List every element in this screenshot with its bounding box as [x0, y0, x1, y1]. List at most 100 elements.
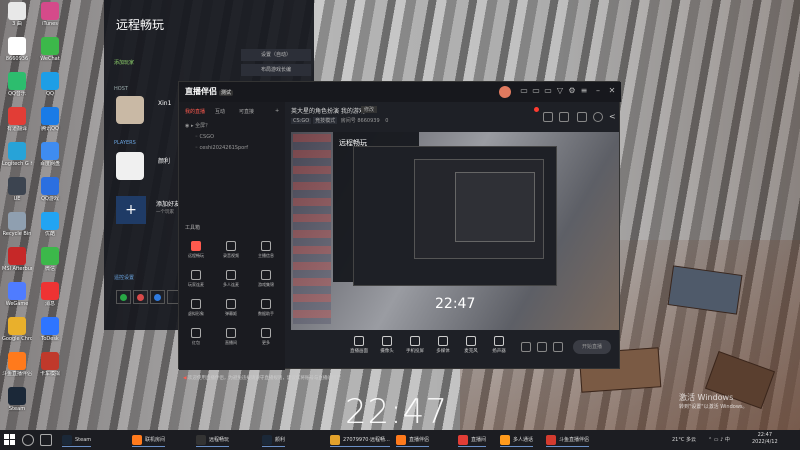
control-label: 手机投屏 — [406, 349, 424, 354]
tab-direct[interactable]: 可直接 — [239, 108, 254, 115]
desktop-icon[interactable]: WeGame — [2, 282, 32, 307]
gift-icon[interactable]: ▭ — [519, 86, 529, 96]
tray-icons[interactable]: ⌃ ▭ ♪ 中 — [708, 436, 730, 443]
video-icon[interactable]: ▭ — [543, 86, 553, 96]
desktop-icon[interactable]: QQ音乐 — [2, 72, 32, 97]
search-icon[interactable] — [22, 434, 34, 446]
mode-chip[interactable]: 竞技模式 — [313, 117, 338, 124]
settings-button[interactable]: 设置（自动） — [241, 49, 311, 61]
tab-interact[interactable]: 互动 — [215, 108, 225, 115]
desktop-icon[interactable]: QQ — [35, 72, 65, 97]
task-view-icon[interactable] — [40, 434, 52, 446]
taskbar-item[interactable]: 直播伴侣 — [396, 433, 430, 447]
taskbar-item[interactable]: 颜利 — [262, 433, 286, 447]
edit-room-button[interactable]: 修改 — [361, 106, 378, 113]
desktop-icon[interactable]: iTunes — [35, 2, 65, 27]
bell-icon[interactable] — [593, 112, 603, 122]
minimize-icon[interactable]: – — [593, 86, 603, 96]
desktop-icon[interactable]: Logitech G HUB — [2, 142, 32, 167]
weather[interactable]: 21°C 多云 — [672, 436, 696, 443]
control-button[interactable]: 扬声器 — [487, 336, 511, 354]
control-button[interactable]: 多媒体 — [431, 336, 455, 354]
control-button[interactable]: 麦克风 — [459, 336, 483, 354]
desktop-icon[interactable]: 腾讯QQ — [35, 107, 65, 132]
tool-item[interactable]: 游戏集锦 — [249, 269, 283, 295]
app-icon — [41, 72, 59, 90]
taskbar-item[interactable]: 多人通话 — [500, 433, 534, 447]
slot-1[interactable] — [116, 290, 131, 304]
desktop-icon[interactable]: 8660936 — [2, 37, 32, 62]
app-icon — [41, 317, 59, 335]
add-player-label[interactable]: 添加玩家 — [114, 59, 134, 66]
control-button[interactable]: 摄像头 — [375, 336, 399, 354]
taskbar-item[interactable]: 联机房间 — [132, 433, 166, 447]
desktop-icon[interactable]: Google Chrome — [2, 317, 32, 342]
tool-item[interactable]: 数据助手 — [249, 298, 283, 324]
tool-item[interactable]: 玩家连麦 — [179, 269, 213, 295]
tab-my-live[interactable]: 我的直播 — [185, 108, 205, 115]
desktop-icon[interactable]: QQ游戏 — [35, 177, 65, 202]
start-live-button[interactable]: 开始直播 — [573, 340, 611, 354]
eye-icon[interactable] — [537, 342, 547, 352]
source-item[interactable]: ◦ ceshi2024261Sporf — [185, 145, 248, 151]
layout-button[interactable]: 布局游戏长编 — [241, 64, 311, 76]
dm-icon[interactable] — [559, 112, 569, 122]
start-button[interactable] — [4, 434, 16, 446]
tool-item[interactable]: 直播间 — [214, 327, 248, 353]
taskbar-item[interactable]: 斗鱼直播伴侣 — [546, 433, 590, 447]
desktop-icon[interactable]: UE — [2, 177, 32, 202]
menu-icon[interactable]: ≡ — [579, 86, 589, 96]
desktop-icon-label: QQ — [46, 91, 54, 97]
tray-clock[interactable]: 22:47 2022/4/12 — [752, 432, 778, 446]
stream-preview[interactable]: 远程畅玩 22:47 — [291, 132, 619, 330]
desktop-icon[interactable]: 优酷 — [35, 212, 65, 237]
add-friend-button[interactable]: + — [116, 196, 146, 224]
taskbar-item[interactable]: Steam — [62, 433, 92, 447]
taskbar-item[interactable]: 27079970·远程畅... — [330, 433, 390, 447]
camera-toggle-icon[interactable] — [521, 342, 531, 352]
taskbar-app-icon — [396, 435, 406, 445]
control-button[interactable]: 直播画面 — [347, 336, 371, 354]
tool-item[interactable]: 多人连麦 — [214, 269, 248, 295]
tool-item[interactable]: 红包 — [179, 327, 213, 353]
taskbar-item[interactable]: 直播间 — [458, 433, 487, 447]
tool-item[interactable]: 录音视频 — [214, 240, 248, 266]
slot-3[interactable] — [150, 290, 165, 304]
settings-icon[interactable] — [553, 342, 563, 352]
user-avatar[interactable] — [499, 86, 511, 98]
desktop-icon[interactable]: 卡车模拟 — [35, 352, 65, 377]
desktop-icon[interactable]: 微信 — [35, 247, 65, 272]
desktop-icon[interactable]: Recycle Bin — [2, 212, 32, 237]
desktop-icon[interactable]: 有道翻译 — [2, 107, 32, 132]
add-tab-button[interactable]: + — [275, 108, 279, 114]
slot-2[interactable] — [133, 290, 148, 304]
message-icon[interactable]: ▭ — [531, 86, 541, 96]
desktop-icon[interactable]: Steam — [2, 387, 32, 412]
desktop-icon[interactable]: WeChat — [35, 37, 65, 62]
room-title[interactable]: 英大星的角色扮演 我的游戏 — [291, 106, 365, 115]
desktop-icon[interactable]: MSI Afterburner — [2, 247, 32, 272]
desktop-icon[interactable]: 百度网盘 — [35, 142, 65, 167]
shirt-icon[interactable]: ▽ — [555, 86, 565, 96]
tool-item[interactable]: 主播信息 — [249, 240, 283, 266]
category-chip[interactable]: CS:GO — [291, 118, 312, 124]
control-button[interactable]: 手机投屏 — [403, 336, 427, 354]
bag-icon[interactable] — [543, 112, 553, 122]
share-icon[interactable]: < — [609, 112, 619, 122]
notice-bar: ◀ 欢迎使用直播伴侣，为避免违规请遵守直播规则，建议您将账号与直播间绑定 — [183, 375, 483, 381]
desktop-icon[interactable]: 斗鱼直播伴侣 — [2, 352, 32, 377]
tool-item[interactable]: 弹幕姬 — [214, 298, 248, 324]
source-item[interactable]: ◦ CSGO — [185, 134, 214, 140]
app-icon — [8, 72, 26, 90]
taskbar-item[interactable]: 远程畅玩 — [196, 433, 230, 447]
lock-icon[interactable] — [577, 112, 587, 122]
tool-item[interactable]: 虚拟形象 — [179, 298, 213, 324]
tool-item[interactable]: 更多 — [249, 327, 283, 353]
close-icon[interactable]: ✕ — [607, 86, 617, 96]
tool-item[interactable]: 远程畅玩 — [179, 240, 213, 266]
desktop-icon[interactable]: ToDesk — [35, 317, 65, 342]
desktop-icon[interactable]: 3 曲 — [2, 2, 32, 27]
scene-item[interactable]: ◉ ▸ 全屏？ — [185, 122, 210, 129]
desktop-icon[interactable]: 消息 — [35, 282, 65, 307]
gear-icon[interactable]: ⚙ — [567, 86, 577, 96]
